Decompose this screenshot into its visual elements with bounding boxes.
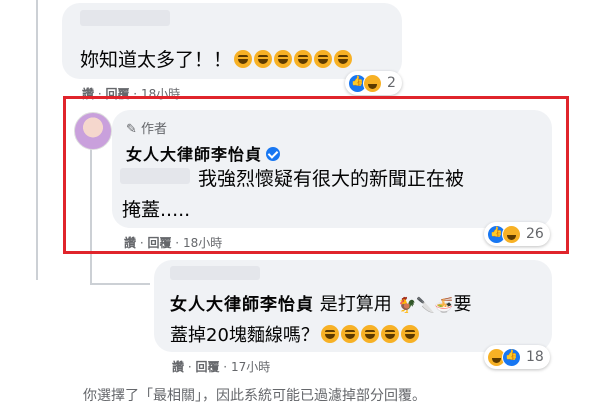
redacted-mention [120, 168, 190, 184]
reaction-count: 18 [526, 349, 544, 365]
reaction-count: 26 [526, 226, 544, 242]
redacted-author-name [80, 10, 170, 26]
haha-emoji [380, 325, 399, 343]
haha-emoji [334, 50, 353, 68]
reply-button[interactable]: 回覆 [195, 360, 219, 374]
comment-text: 我強烈懷疑有很大的新聞正在被 [198, 168, 465, 190]
reaction-count: 2 [387, 75, 396, 91]
rooster-icon: 🐓 [397, 296, 417, 314]
comment-author[interactable]: 女人大律師李怡貞 [126, 141, 281, 165]
comment-text: 蓋掉20塊麵線嗎？ [170, 321, 419, 347]
haha-reaction-icon [363, 73, 382, 93]
like-button[interactable]: 讚 [172, 360, 184, 374]
haha-emoji [360, 325, 379, 343]
haha-reaction-icon [502, 224, 521, 244]
noodle-icon: 🍜 [434, 296, 454, 314]
author-badge: ✎ 作者 [126, 122, 168, 137]
avatar[interactable] [74, 112, 112, 150]
haha-emoji [400, 325, 419, 343]
haha-emoji [274, 50, 293, 68]
haha-emoji [314, 50, 333, 68]
thread-line [36, 0, 38, 280]
timestamp[interactable]: 17小時 [231, 360, 270, 374]
comment-text: 女人大律師李怡貞 是打算用 🐓🔪🍜要 [170, 294, 472, 315]
haha-emoji [234, 50, 253, 68]
comment-actions: 讚 · 回覆 · 18小時 [124, 236, 223, 250]
redacted-author-name [170, 266, 260, 280]
reply-button[interactable]: 回覆 [147, 236, 171, 250]
like-reaction-icon [502, 347, 521, 367]
haha-emoji [254, 50, 273, 68]
reaction-summary[interactable]: 18 [484, 345, 550, 369]
haha-emoji [320, 325, 339, 343]
haha-emoji [294, 50, 313, 68]
like-button[interactable]: 讚 [124, 236, 136, 250]
haha-emoji [340, 325, 359, 343]
verified-badge-icon [266, 147, 281, 161]
comment-actions: 讚 · 回覆 · 17小時 [172, 360, 271, 374]
filter-notice: 你選擇了「最相關」，因此系統可能已過濾掉部分回覆。 [83, 388, 426, 404]
reaction-summary[interactable]: 26 [484, 222, 550, 246]
comment-text: 掩蓋..... [122, 199, 191, 221]
timestamp[interactable]: 18小時 [183, 236, 222, 250]
comment-text: 妳知道太多了！！ [80, 45, 353, 72]
knife-icon: 🔪 [416, 296, 435, 314]
reaction-summary[interactable]: 2 [345, 71, 402, 95]
thread-line-branch [90, 283, 150, 285]
mention-link[interactable]: 女人大律師李怡貞 [170, 295, 314, 315]
pencil-icon: ✎ [126, 122, 137, 137]
